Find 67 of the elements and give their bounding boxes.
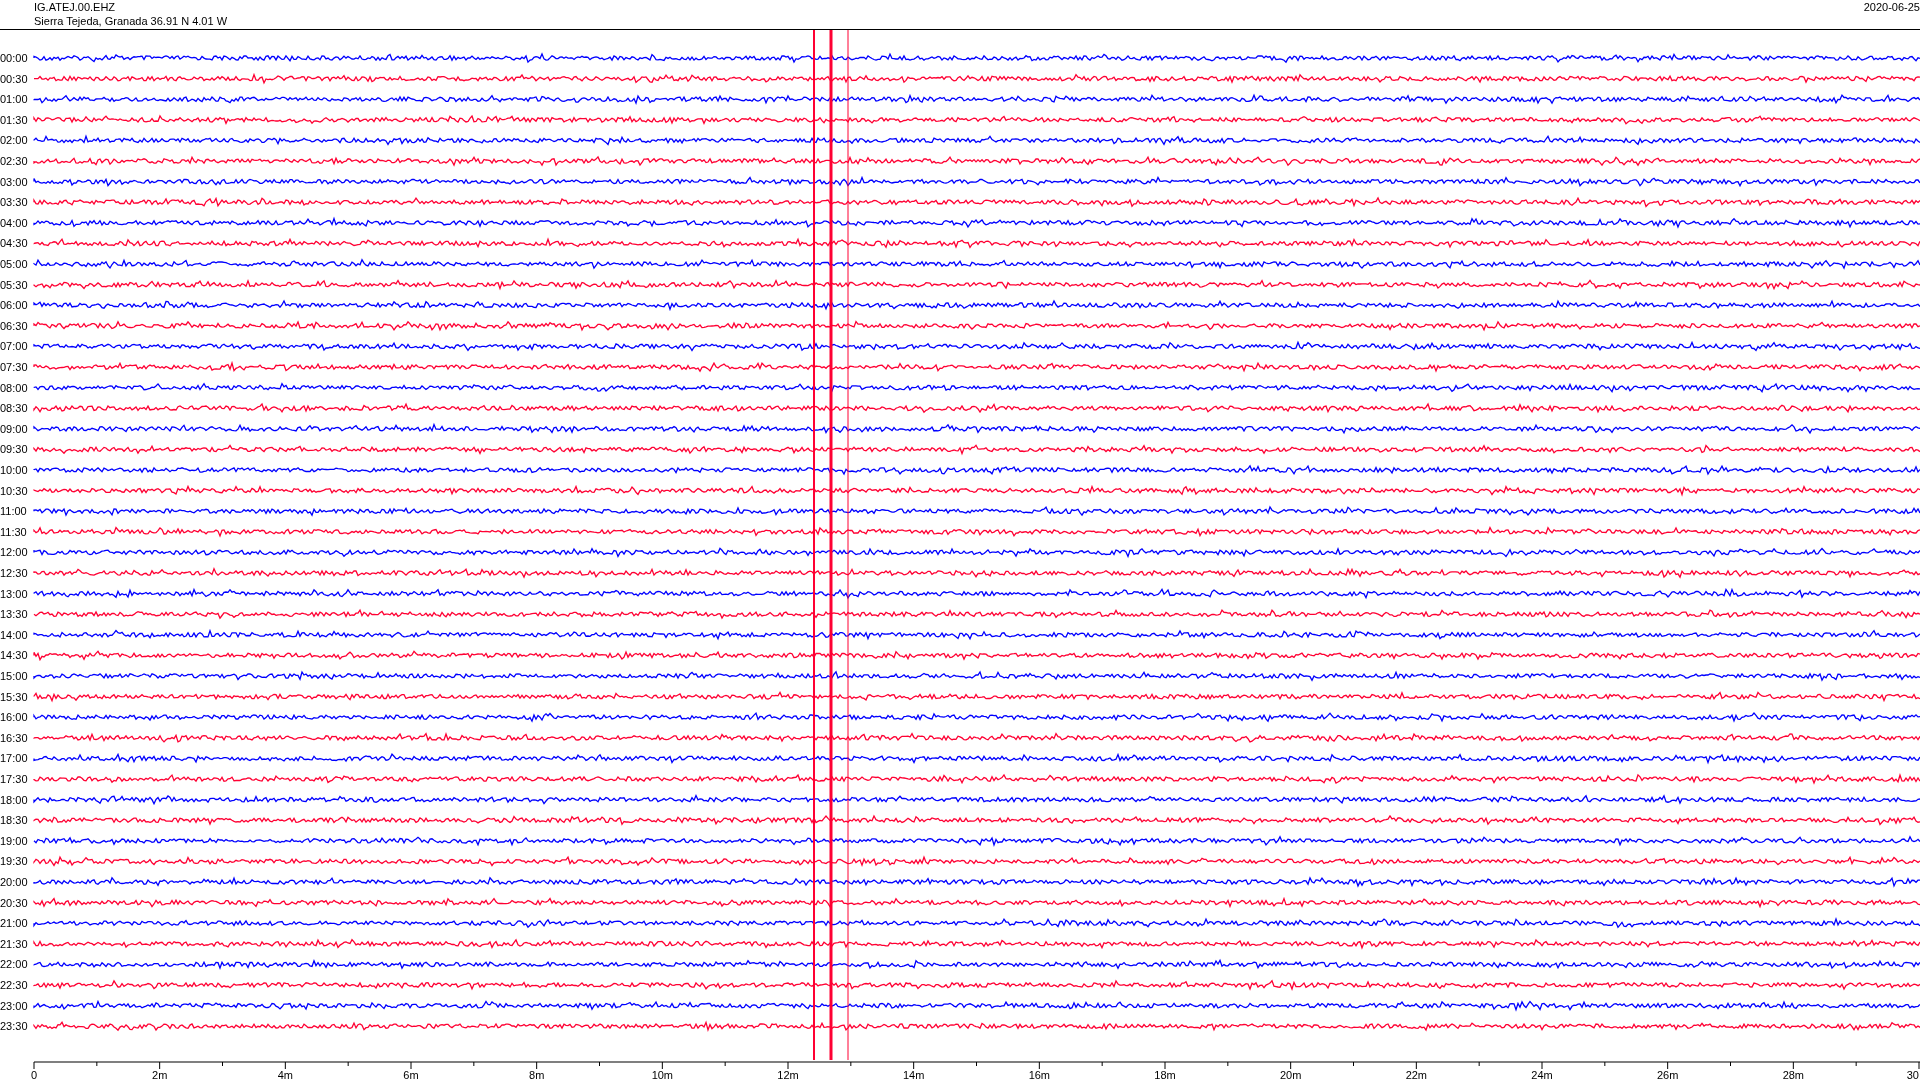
hour-label: 05:00 xyxy=(0,258,28,270)
hour-label: 09:30 xyxy=(0,443,28,456)
hour-label: 06:30 xyxy=(0,319,28,332)
hour-label: 00:00 xyxy=(0,52,28,64)
hour-label: 08:30 xyxy=(0,402,28,415)
hour-label: 16:00 xyxy=(0,711,28,724)
hour-label: 08:00 xyxy=(0,381,28,394)
hour-label: 04:30 xyxy=(0,237,28,250)
hour-label: 22:00 xyxy=(0,958,28,971)
hour-label: 03:00 xyxy=(0,175,28,188)
hour-label: 09:00 xyxy=(0,422,28,435)
axis-tick-label: 20m xyxy=(1279,1069,1302,1080)
hour-label: 07:00 xyxy=(0,340,28,353)
hour-label: 02:00 xyxy=(0,134,28,147)
hour-label: 10:30 xyxy=(0,484,28,497)
hour-label: 16:30 xyxy=(0,731,28,744)
hour-label: 14:00 xyxy=(0,628,28,641)
hour-label: 23:00 xyxy=(0,999,28,1012)
hour-label: 18:00 xyxy=(0,793,28,806)
plot-date: 2020-06-25 xyxy=(1863,0,1920,15)
axis-tick-label: 18m xyxy=(1154,1069,1176,1080)
hour-label: 13:30 xyxy=(0,608,28,621)
hour-label: 01:00 xyxy=(0,93,28,106)
hour-label: 20:00 xyxy=(0,876,28,888)
hour-label: 15:00 xyxy=(0,670,28,682)
hour-label: 15:30 xyxy=(0,690,28,703)
hour-label: 04:00 xyxy=(0,216,28,229)
hour-label: 22:30 xyxy=(0,979,28,991)
hour-label: 19:00 xyxy=(0,834,28,847)
axis-tick-label: 30 xyxy=(1906,1069,1919,1080)
hour-label: 11:30 xyxy=(0,525,27,538)
hour-label: 21:00 xyxy=(0,917,28,930)
hour-label: 17:00 xyxy=(0,752,28,765)
station-location: Sierra Tejeda, Granada 36.91 N 4.01 W xyxy=(34,14,228,28)
hour-label: 13:00 xyxy=(0,587,28,600)
hour-label: 17:30 xyxy=(0,773,28,785)
axis-tick-label: 0 xyxy=(31,1069,38,1080)
axis-tick-label: 10m xyxy=(651,1069,674,1080)
axis-tick-label: 16m xyxy=(1028,1069,1051,1080)
hour-label: 12:30 xyxy=(0,567,28,579)
hour-label: 11:00 xyxy=(0,505,27,518)
axis-tick-label: 22m xyxy=(1405,1069,1428,1080)
hour-label: 00:30 xyxy=(0,72,28,85)
hour-label: 01:30 xyxy=(0,113,28,126)
axis-tick-label: 8m xyxy=(529,1069,545,1080)
hour-label: 07:30 xyxy=(0,361,28,373)
hour-label: 06:00 xyxy=(0,299,28,312)
hour-label: 20:30 xyxy=(0,896,28,909)
axis-tick-label: 14m xyxy=(902,1069,925,1080)
axis-tick-label: 6m xyxy=(403,1069,419,1080)
axis-tick-label: 28m xyxy=(1782,1069,1805,1080)
hour-label: 23:30 xyxy=(0,1020,28,1033)
hour-label: 02:30 xyxy=(0,155,28,167)
hour-label: 10:00 xyxy=(0,464,28,476)
axis-tick-label: 24m xyxy=(1531,1069,1553,1080)
axis-tick-label: 26m xyxy=(1656,1069,1679,1080)
hour-label: 03:30 xyxy=(0,196,28,209)
axis-tick-label: 4m xyxy=(277,1069,293,1080)
axis-tick-label: 12m xyxy=(777,1069,799,1080)
hour-label: 14:30 xyxy=(0,649,28,662)
hour-label: 05:30 xyxy=(0,278,28,291)
hour-label: 12:00 xyxy=(0,546,28,559)
station-code: IG.ATEJ.00.EHZ xyxy=(34,0,117,14)
hour-label: 18:30 xyxy=(0,814,28,827)
hour-label: 21:30 xyxy=(0,937,28,950)
axis-tick-label: 2m xyxy=(152,1069,168,1080)
hour-label: 19:30 xyxy=(0,855,28,868)
